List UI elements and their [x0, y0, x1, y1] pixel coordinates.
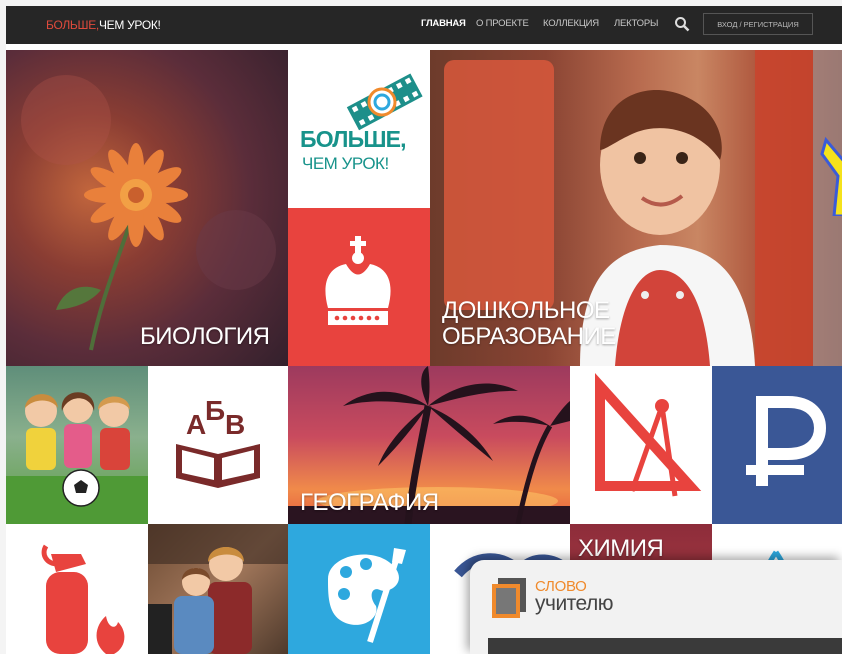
nav-home[interactable]: ГЛАВНАЯ [421, 18, 466, 29]
popup-logo-line2: учителю [535, 592, 614, 615]
tile-art[interactable] [288, 524, 430, 654]
book-logo-icon [492, 578, 526, 618]
chemistry-label: ХИМИЯ [578, 535, 664, 562]
nav-about[interactable]: О ПРОЕКТЕ [476, 18, 529, 29]
preschool-label-line1: ДОШКОЛЬНОЕ [442, 297, 610, 324]
tile-biology[interactable]: БИОЛОГИЯ [6, 50, 288, 366]
page: БОЛЬШЕ,ЧЕМ УРОК! ГЛАВНАЯ О ПРОЕКТЕ КОЛЛЕ… [6, 6, 842, 654]
nav-lecturers[interactable]: ЛЕКТОРЫ [614, 18, 658, 29]
students-computer-photo [148, 524, 288, 654]
top-navigation-bar: БОЛЬШЕ,ЧЕМ УРОК! ГЛАВНАЯ О ПРОЕКТЕ КОЛЛЕ… [6, 6, 842, 44]
biology-label: БИОЛОГИЯ [140, 323, 270, 350]
logo-part-red: БОЛЬШЕ, [46, 18, 99, 32]
ruler-compass-icon [595, 372, 702, 497]
svg-text:Б: Б [205, 395, 225, 426]
tile-economics[interactable] [712, 366, 842, 524]
tile-preschool[interactable]: ДОШКОЛЬНОЕ ОБРАЗОВАНИЕ [430, 50, 842, 366]
open-book-icon: А Б В [176, 395, 260, 488]
popup-navbar [488, 638, 842, 654]
kids-football-photo [6, 392, 148, 524]
tile-russian-language[interactable]: А Б В [148, 366, 288, 524]
tile-sport[interactable] [6, 366, 148, 524]
tile-safety[interactable] [6, 524, 148, 654]
tile-brand-logo[interactable]: БОЛЬШЕ, ЧЕМ УРОК! [288, 50, 430, 208]
ruble-icon [746, 396, 827, 486]
tile-computer-class[interactable] [148, 524, 288, 654]
tile-geometry[interactable] [570, 366, 712, 524]
brand-title: БОЛЬШЕ, [300, 126, 407, 152]
fire-extinguisher-icon [41, 544, 125, 654]
logo-part-white: ЧЕМ УРОК! [98, 18, 161, 32]
palette-brush-icon [328, 548, 406, 643]
search-icon[interactable] [674, 16, 690, 32]
svg-text:В: В [225, 409, 245, 440]
login-register-button[interactable]: ВХОД / РЕГИСТРАЦИЯ [703, 13, 813, 35]
tile-geography[interactable]: ГЕОГРАФИЯ [288, 366, 570, 524]
crown-icon [325, 236, 391, 325]
yellow-arrow-icon [820, 136, 842, 216]
tile-history[interactable] [288, 208, 430, 366]
svg-text:А: А [186, 409, 206, 440]
flower-image [21, 75, 276, 351]
site-logo[interactable]: БОЛЬШЕ,ЧЕМ УРОК! [46, 18, 161, 32]
nav-collection[interactable]: КОЛЛЕКЦИЯ [543, 18, 599, 29]
brand-subtitle: ЧЕМ УРОК! [302, 154, 389, 173]
geography-label: ГЕОГРАФИЯ [300, 489, 439, 516]
slovo-uchitelyu-popup[interactable]: СЛОВО учителю [470, 560, 842, 654]
preschool-label-line2: ОБРАЗОВАНИЕ [442, 323, 616, 350]
